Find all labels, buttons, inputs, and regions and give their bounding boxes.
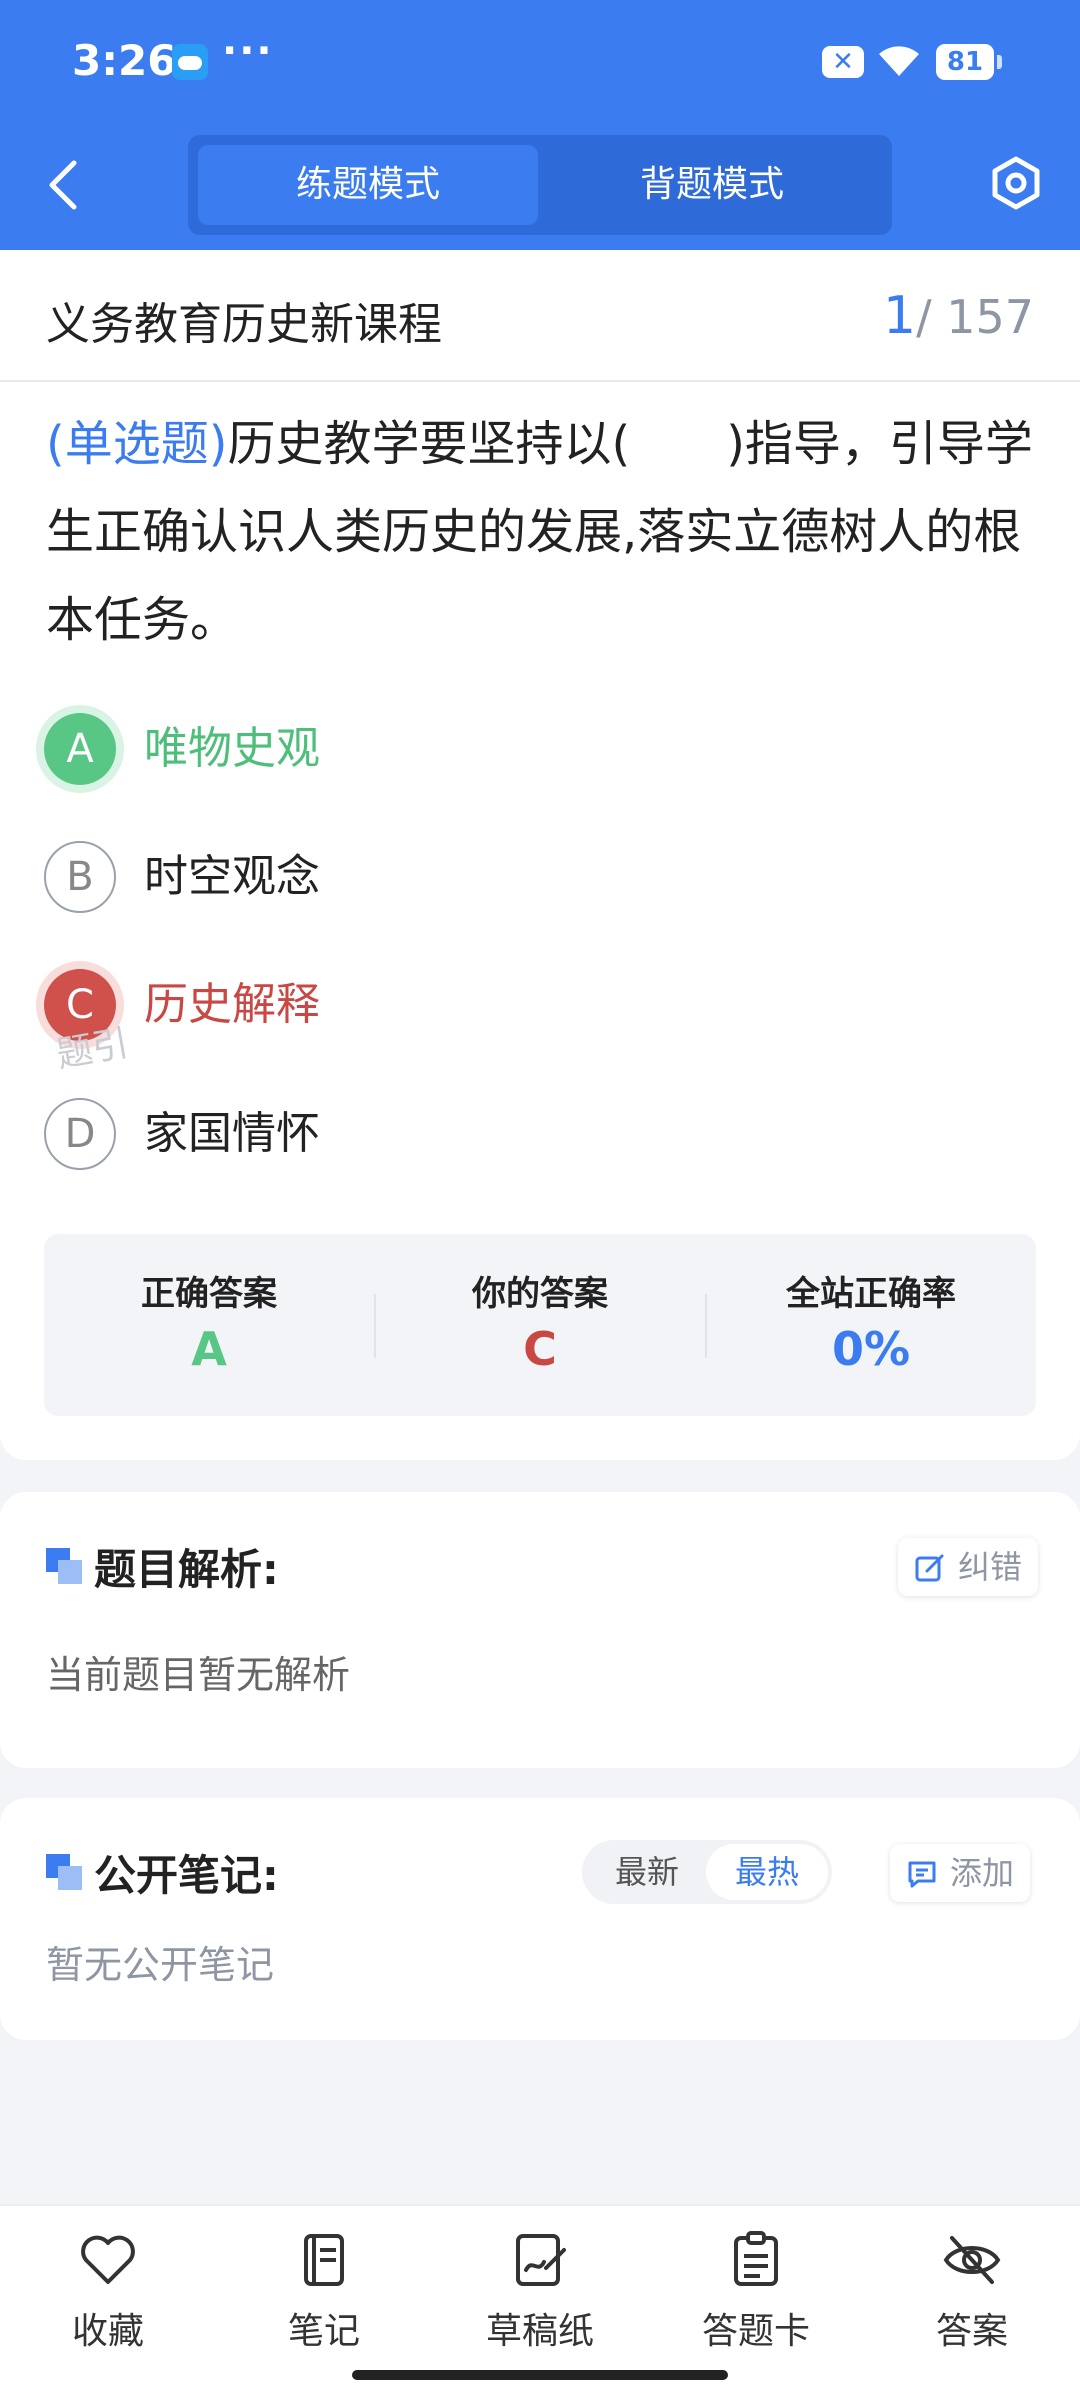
comment-add-icon (908, 1861, 936, 1888)
notes-body: 暂无公开笔记 (46, 1943, 275, 1987)
section-marker-icon (46, 1854, 82, 1890)
option-a-badge: A (44, 713, 116, 785)
nav-favorite[interactable]: 收藏 (0, 2230, 216, 2370)
question-type: (单选题) (46, 416, 228, 472)
status-bar: 3:26 ··· ✕ 81 (0, 0, 1080, 125)
correct-answer-value: A (191, 1322, 227, 1376)
notes-title: 公开笔记: (94, 1851, 279, 1900)
nav-favorite-label: 收藏 (71, 2311, 144, 2352)
option-d-text: 家国情怀 (144, 1108, 320, 1159)
course-title: 义务教育历史新课程 (46, 299, 442, 350)
correct-answer-label: 正确答案 (141, 1274, 277, 1314)
nav-answer-card-label: 答题卡 (701, 2311, 810, 2352)
heart-icon (81, 2235, 135, 2284)
accuracy-label: 全站正确率 (786, 1274, 956, 1314)
question-text-block: (单选题)历史教学要坚持以( )指导，引导学生正确认识人类历史的发展,落实立德树… (46, 400, 1036, 664)
divider (0, 380, 1080, 382)
option-d[interactable]: D 家国情怀 (44, 1094, 744, 1174)
tab-memorize-mode[interactable]: 背题模式 (542, 145, 882, 225)
option-b[interactable]: B 时空观念 (44, 837, 744, 917)
tab-practice-mode[interactable]: 练题模式 (198, 145, 538, 225)
top-bar: 3:26 ··· ✕ 81 练题模式 背题模式 (0, 0, 1080, 250)
question-counter: 1/ 157 (883, 286, 1034, 346)
section-marker-icon (46, 1548, 82, 1584)
counter-current: 1 (882, 286, 917, 346)
settings-icon[interactable] (988, 155, 1044, 211)
question-card: 义务教育历史新课程 1/ 157 (单选题)历史教学要坚持以( )指导，引导学生… (0, 250, 1080, 1460)
accuracy-value: 0% (831, 1322, 911, 1376)
your-answer-value: C (523, 1322, 557, 1376)
nav-answer[interactable]: 答案 (864, 2230, 1080, 2370)
add-note-button[interactable]: 添加 (890, 1844, 1031, 1902)
battery-icon: 81 (936, 44, 1002, 80)
counter-total: / 157 (916, 290, 1034, 344)
nav-notes[interactable]: 笔记 (216, 2230, 432, 2370)
back-icon[interactable] (40, 155, 90, 215)
wifi-icon (879, 46, 919, 76)
report-error-button[interactable]: 纠错 (898, 1538, 1039, 1596)
option-c-text: 历史解释 (144, 979, 320, 1030)
option-a-text: 唯物史观 (144, 723, 320, 774)
mode-switch: 练题模式 背题模式 (188, 135, 892, 235)
more-notifications-icon: ··· (222, 28, 274, 74)
answer-summary: 正确答案 A 你的答案 C 全站正确率 0% (44, 1234, 1036, 1416)
your-answer-label: 你的答案 (472, 1274, 608, 1314)
sim-disabled-icon: ✕ (822, 46, 864, 78)
report-error-label: 纠错 (958, 1548, 1023, 1586)
edit-icon (915, 1554, 944, 1582)
eye-off-icon (943, 2236, 1001, 2284)
nav-notes-label: 笔记 (287, 2311, 360, 2352)
notes-sort-toggle: 最新 最热 (582, 1840, 832, 1904)
option-c[interactable]: C 历史解释 (44, 965, 744, 1045)
accuracy-box: 全站正确率 0% (706, 1234, 1036, 1416)
nav-answer-card[interactable]: 答题卡 (648, 2230, 864, 2370)
home-indicator (352, 2370, 728, 2380)
analysis-title: 题目解析: (94, 1545, 279, 1594)
correct-answer-box: 正确答案 A (44, 1234, 374, 1416)
analysis-card: 题目解析: 纠错 当前题目暂无解析 (0, 1492, 1080, 1768)
sort-hot-option[interactable]: 最热 (706, 1844, 828, 1900)
add-note-label: 添加 (950, 1854, 1015, 1892)
notes-card: 公开笔记: 最新 最热 添加 暂无公开笔记 (0, 1798, 1080, 2040)
status-time: 3:26 (72, 36, 177, 85)
weather-icon (172, 44, 208, 80)
option-a[interactable]: A 唯物史观 (44, 709, 744, 789)
nav-draft[interactable]: 草稿纸 (432, 2230, 648, 2370)
notebook-icon (304, 2234, 344, 2286)
sort-latest-option[interactable]: 最新 (586, 1844, 708, 1900)
option-b-text: 时空观念 (144, 851, 320, 902)
nav-draft-label: 草稿纸 (485, 2311, 594, 2352)
answer-card-icon (734, 2231, 778, 2286)
analysis-body: 当前题目暂无解析 (46, 1653, 351, 1697)
draft-icon (516, 2234, 566, 2286)
option-b-badge: B (44, 841, 116, 913)
option-d-badge: D (44, 1098, 116, 1170)
nav-answer-label: 答案 (935, 2311, 1008, 2352)
your-answer-box: 你的答案 C (375, 1234, 705, 1416)
